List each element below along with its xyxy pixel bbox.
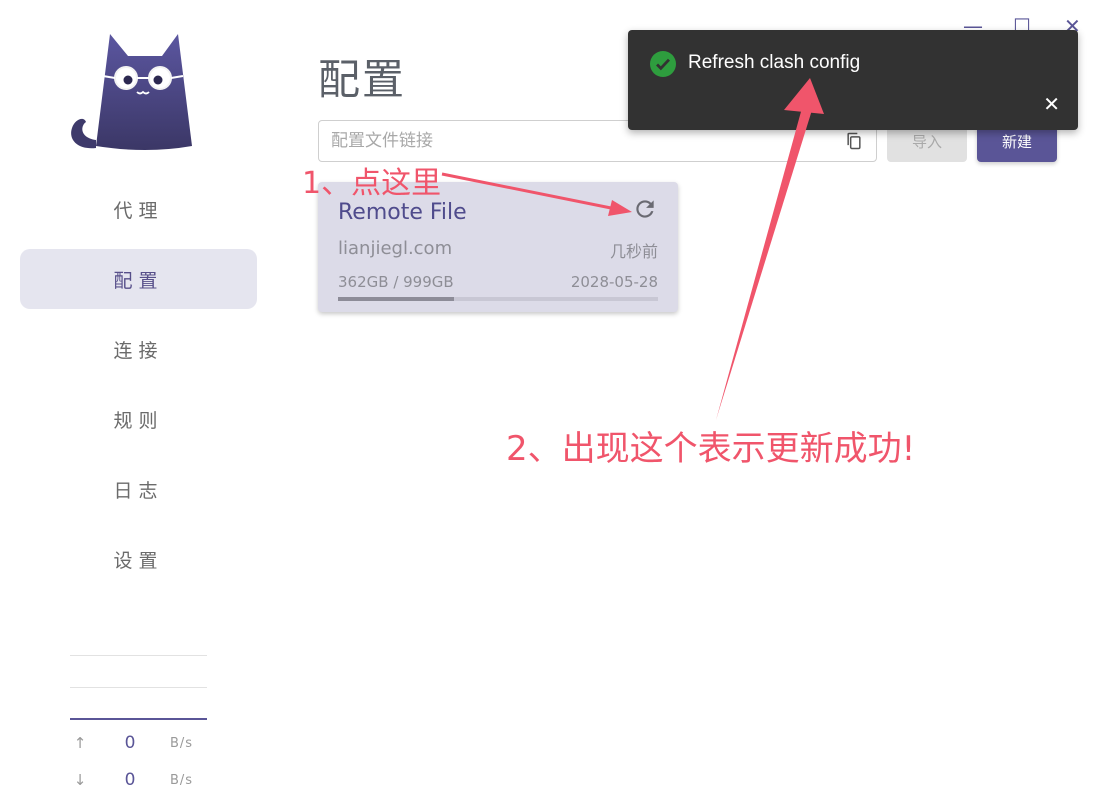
sidebar-item-proxy[interactable]: 代理 (20, 179, 257, 239)
annotation-step-2: 2、出现这个表示更新成功! (506, 429, 916, 469)
arrow-up-icon: ↑ (73, 734, 87, 752)
toast-close-button[interactable]: ✕ (1043, 94, 1060, 114)
usage-progress-fill (338, 297, 454, 301)
sidebar-item-profiles[interactable]: 配置 (20, 249, 257, 309)
download-value: 0 (124, 770, 136, 790)
refresh-icon[interactable] (632, 196, 658, 222)
profile-name: Remote File (338, 200, 467, 225)
profile-url-input[interactable] (331, 131, 844, 151)
paste-icon[interactable] (844, 131, 864, 151)
arrow-down-icon: ↓ (73, 771, 87, 789)
sidebar-item-rules[interactable]: 规则 (20, 389, 257, 449)
upload-speed: ↑ 0 B/s (70, 731, 210, 755)
annotation-step-1: 1、点这里 (302, 166, 442, 201)
profile-usage: 362GB / 999GB (338, 273, 454, 291)
usage-progress-bar (338, 297, 658, 301)
sidebar-item-logs[interactable]: 日志 (20, 459, 257, 519)
page-title: 配置 (318, 55, 407, 104)
upload-value: 0 (124, 733, 136, 753)
check-circle-icon (650, 51, 676, 77)
traffic-graph-line (70, 655, 207, 656)
profile-updated-time: 几秒前 (609, 242, 658, 261)
cat-logo-icon (71, 34, 192, 150)
sidebar-item-connections[interactable]: 连接 (20, 319, 257, 379)
profile-url: lianjiegl.com (338, 238, 453, 259)
upload-unit: B/s (170, 735, 194, 751)
traffic-graph-baseline (70, 718, 207, 720)
traffic-graph-line (70, 687, 207, 688)
download-speed: ↓ 0 B/s (70, 768, 210, 792)
toast-notification: Refresh clash config ✕ (628, 30, 1078, 130)
toast-message: Refresh clash config (688, 52, 861, 73)
profile-expire-date: 2028-05-28 (570, 273, 658, 291)
sidebar-item-settings[interactable]: 设置 (20, 529, 257, 589)
download-unit: B/s (170, 772, 194, 788)
